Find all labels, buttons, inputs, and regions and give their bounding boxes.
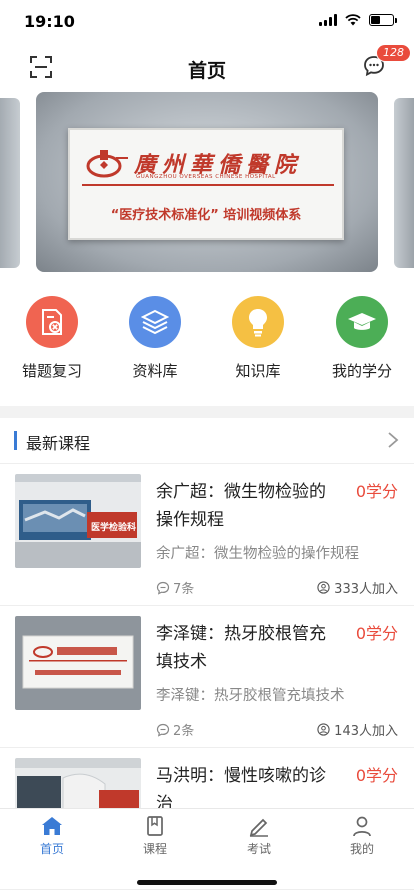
message-button[interactable]: 128 — [362, 44, 411, 78]
tab-label: 我的 — [349, 842, 374, 856]
thumbnail-caption: 医学检验科 — [91, 523, 137, 533]
joined-count: 143人加入 — [334, 724, 398, 739]
tab-label: 课程 — [142, 842, 167, 856]
comment-icon — [156, 581, 170, 595]
lightbulb-icon — [232, 296, 284, 348]
course-joined: 143人加入 — [317, 720, 398, 739]
tab-bar: 首页 课程 考试 我的 — [0, 808, 414, 862]
section-title: 最新课程 — [26, 434, 91, 453]
quick-entry-wrong-questions[interactable]: 错题复习 — [7, 296, 97, 381]
section-divider — [0, 406, 414, 418]
tab-label: 首页 — [39, 842, 64, 856]
comment-icon — [156, 723, 170, 737]
banner-carousel[interactable]: 廣州華僑醫院 GUANGZHOU OVERSEAS CHINESE HOSPIT… — [0, 92, 414, 272]
comment-count: 2条 — [173, 724, 195, 739]
course-subtitle: 余广超：微生物检验的操作规程 — [156, 546, 359, 562]
user-circle-icon — [317, 581, 330, 594]
tab-home[interactable]: 首页 — [22, 815, 82, 857]
home-indicator — [137, 880, 277, 885]
user-circle-icon — [317, 723, 330, 736]
course-credit: 0学分 — [355, 624, 398, 643]
quick-entry-library[interactable]: 资料库 — [110, 296, 200, 381]
tab-mine[interactable]: 我的 — [332, 815, 392, 857]
quick-entry-row: 错题复习 资料库 知识库 我的学分 — [0, 296, 414, 388]
course-joined: 333人加入 — [317, 578, 398, 597]
graduation-cap-icon — [336, 296, 388, 348]
banner-slogan: “医疗技术标准化” 培训视频体系 — [110, 208, 302, 223]
status-time: 19:10 — [24, 12, 75, 31]
course-item[interactable]: 李泽键：热牙胶根管充填技术 0学分 李泽键：热牙胶根管充填技术 2条 143人加… — [0, 606, 414, 748]
banner-slide[interactable]: 廣州華僑醫院 GUANGZHOU OVERSEAS CHINESE HOSPIT… — [36, 92, 378, 272]
course-item[interactable]: 医学检验科 余广超：微生物检验的操作规程 0学分 余广超：微生物检验的操作规程 … — [0, 464, 414, 606]
latest-courses-header[interactable]: 最新课程 — [0, 418, 414, 464]
section-accent-bar — [14, 431, 17, 450]
course-title: 余广超：微生物检验的操作规程 — [156, 482, 326, 530]
quick-entry-label: 资料库 — [132, 362, 178, 380]
signal-icon — [319, 14, 337, 26]
tab-courses[interactable]: 课程 — [125, 815, 185, 857]
banner-prev-peek[interactable] — [0, 98, 20, 268]
tab-label: 考试 — [246, 842, 271, 856]
battery-icon — [369, 14, 397, 26]
banner-signboard: 廣州華僑醫院 GUANGZHOU OVERSEAS CHINESE HOSPIT… — [68, 128, 344, 240]
pencil-icon — [249, 818, 268, 837]
quick-entry-label: 我的学分 — [331, 362, 392, 380]
banner-divider — [82, 184, 334, 186]
course-thumbnail: 医学检验科 — [15, 474, 141, 568]
hospital-logo-icon — [86, 150, 128, 178]
course-thumbnail — [15, 616, 141, 710]
home-icon — [42, 817, 62, 835]
course-comments: 2条 — [156, 720, 194, 739]
person-icon — [353, 816, 371, 837]
course-credit: 0学分 — [355, 482, 398, 501]
course-title: 李泽键：热牙胶根管充填技术 — [156, 624, 326, 672]
quick-entry-label: 错题复习 — [21, 362, 82, 380]
course-subtitle: 李泽键：热牙胶根管充填技术 — [156, 688, 345, 704]
joined-count: 333人加入 — [334, 582, 398, 597]
course-credit: 0学分 — [355, 766, 398, 785]
library-layers-icon — [129, 296, 181, 348]
wifi-icon — [345, 14, 361, 26]
course-comments: 7条 — [156, 578, 194, 597]
status-bar: 19:10 — [0, 0, 414, 44]
banner-next-peek[interactable] — [394, 98, 414, 268]
status-indicators — [319, 14, 397, 26]
hospital-name-en: GUANGZHOU OVERSEAS CHINESE HOSPITAL — [136, 174, 276, 180]
nav-bar: 首页 128 — [0, 44, 414, 92]
book-icon — [147, 816, 163, 836]
page-title: 首页 — [187, 60, 226, 82]
chevron-right-icon[interactable] — [386, 430, 400, 450]
wrong-questions-icon — [26, 296, 78, 348]
quick-entry-my-credits[interactable]: 我的学分 — [317, 296, 407, 381]
comment-count: 7条 — [173, 582, 195, 597]
tab-exams[interactable]: 考试 — [229, 815, 289, 857]
quick-entry-label: 知识库 — [235, 362, 281, 380]
message-count-badge: 128 — [376, 44, 411, 62]
quick-entry-knowledge[interactable]: 知识库 — [213, 296, 303, 381]
